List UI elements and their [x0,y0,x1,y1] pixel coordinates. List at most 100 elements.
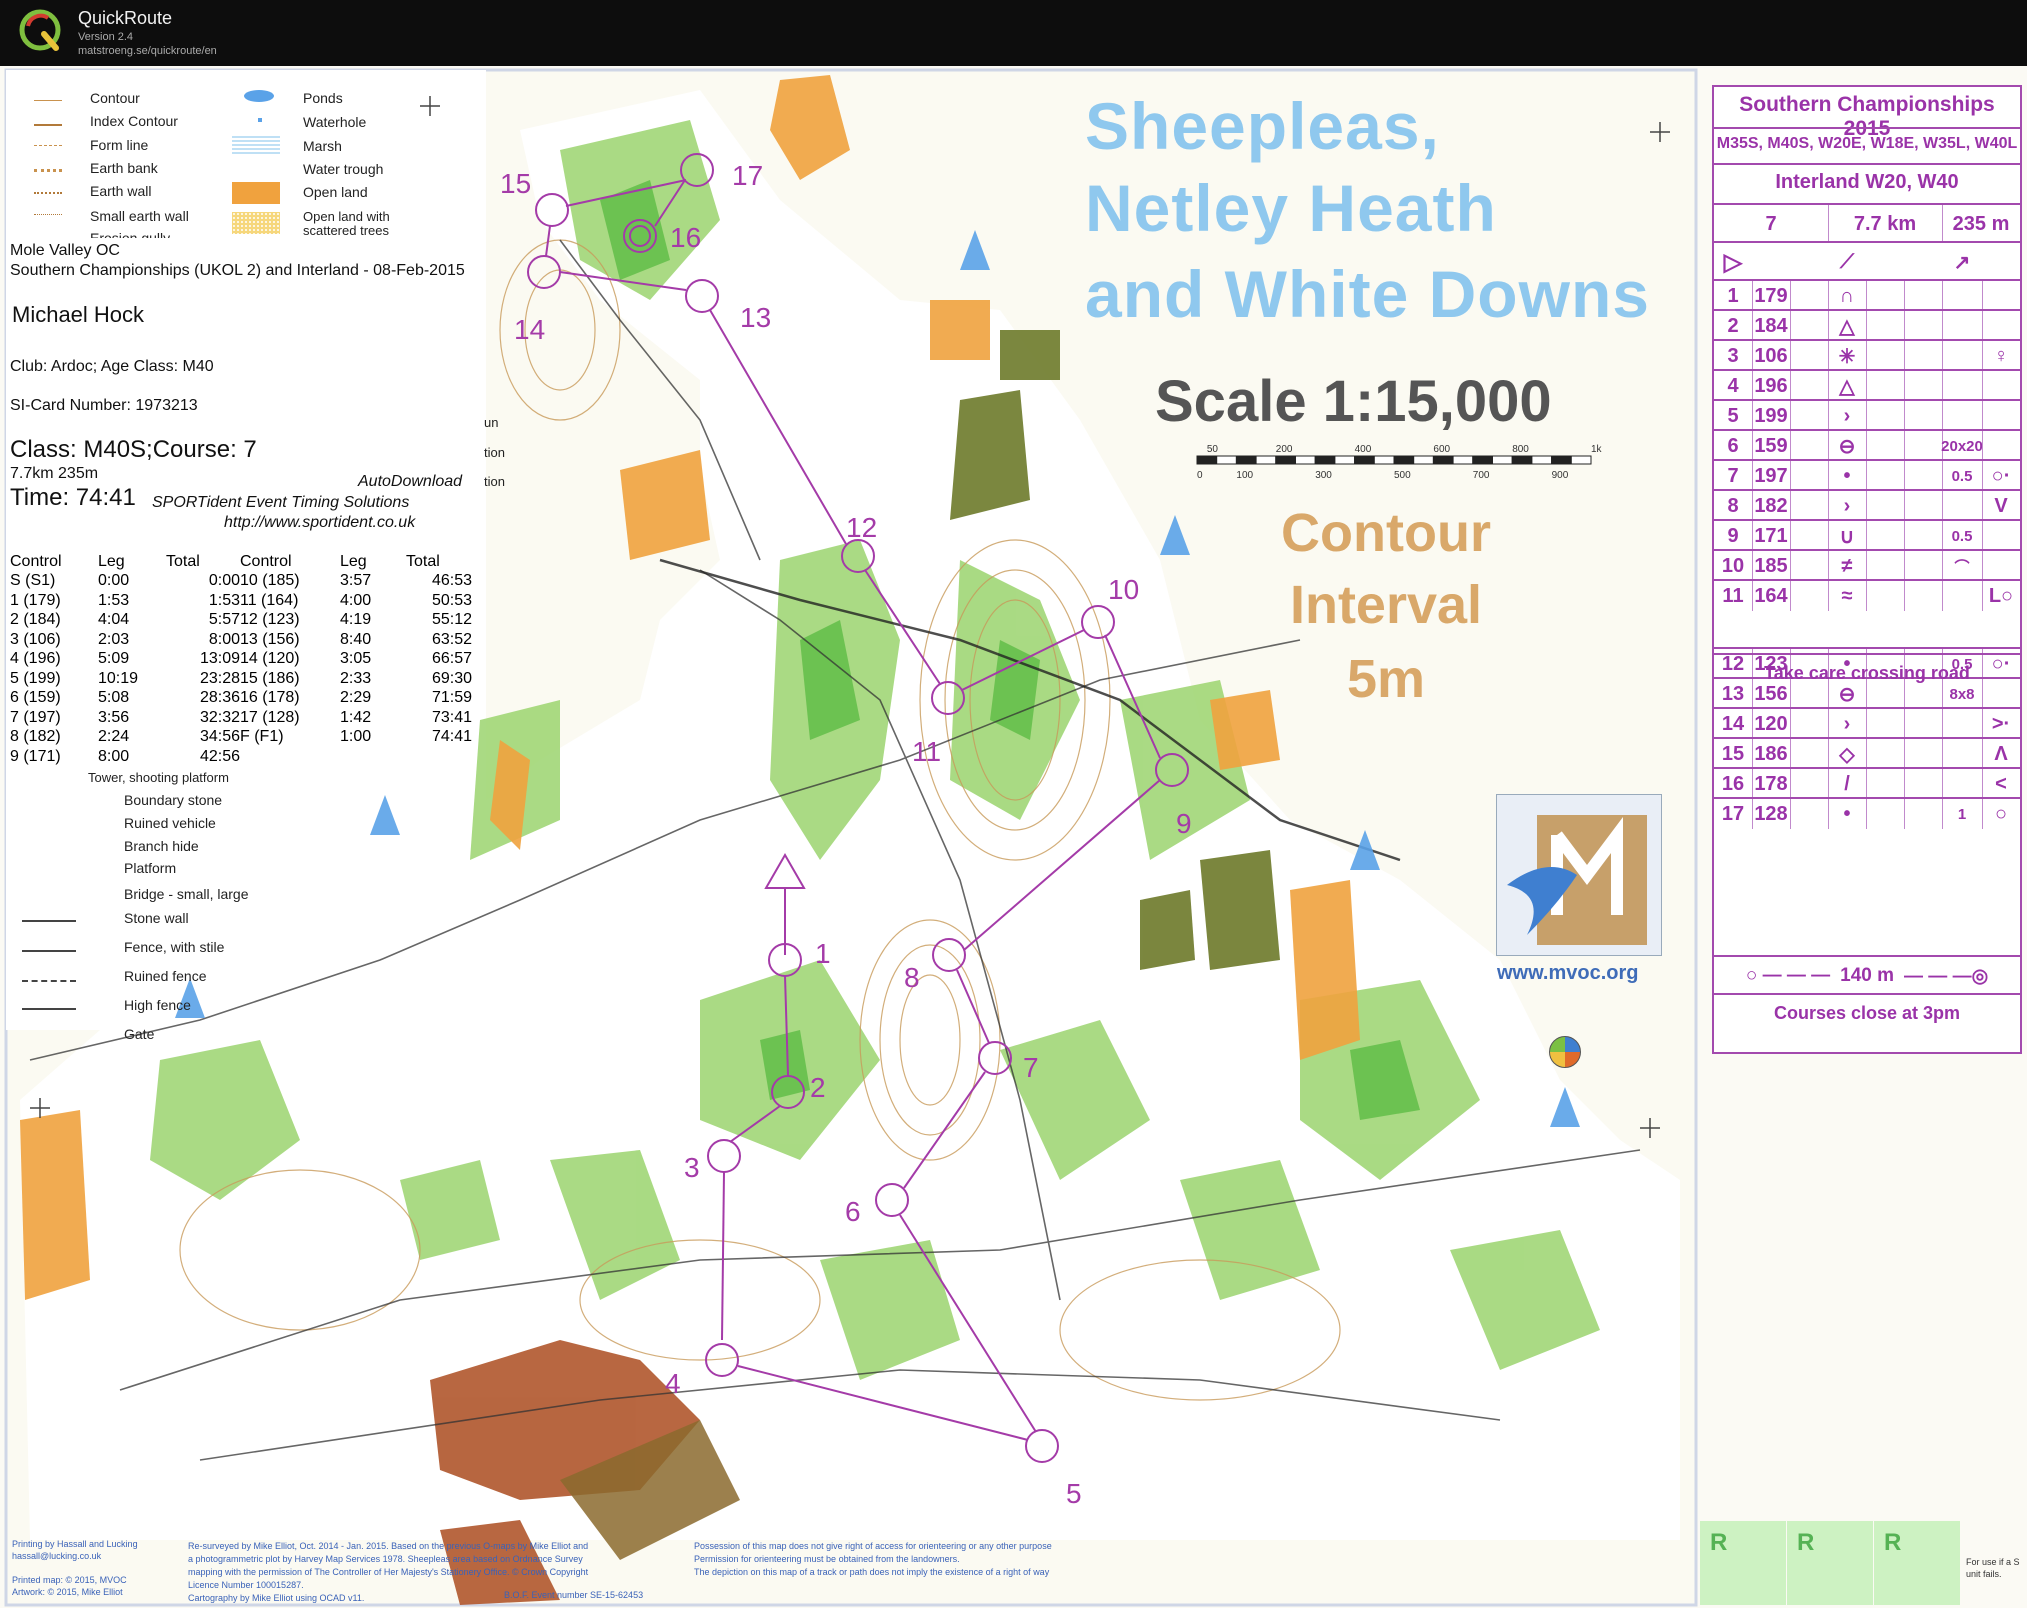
splits-cell: 2:03 [98,630,130,648]
desc-control-row: 4 196 △ [1714,369,2020,401]
desc-dimension [1942,739,1982,769]
legend-partial-1: un [484,415,499,430]
desc-control-row: 16 178 / < [1714,767,2020,799]
desc-course-row: 7 7.7 km 235 m [1714,203,2020,243]
legend-contour: Contour [90,90,140,106]
splits-cell: 3:56 [98,708,130,726]
scale-tick-bottom: 300 [1315,470,1332,481]
footer-access: Possession of this map does not give rig… [694,1540,1052,1579]
splits-row: 6 (159) 5:08 28:36 16 (178) 2:29 71:59 [10,689,472,709]
contour-line-3: 5m [1346,649,1426,709]
splits-cell: 1:53 [98,591,130,609]
scale-bar: 50 200 400 600 800 1k 0 100 300 500 700 900 [1196,444,1603,481]
splits-cell: 16 (178) [240,689,300,707]
desc-control-code: 186 [1754,742,1788,765]
desc-control-row: 5 199 › [1714,399,2020,431]
desc-dimension [1942,281,1982,311]
splits-cell: 71:59 [431,689,472,707]
contour-symbol [34,100,62,101]
desc-control-number: 10 [1721,554,1745,577]
legend-fence-stile: Fence, with stile [124,939,225,955]
desc-dimension: ⌒ [1954,558,1970,576]
legend-branch-hide: Branch hide [124,838,199,854]
splits-cell: 73:41 [431,708,472,726]
desc-dimension [1942,581,1982,611]
footer-printing: Printing by Hassall and Lucking hassall@… [12,1538,138,1598]
legend-marsh: Marsh [303,138,342,154]
organiser-label: Mole Valley OC [10,242,120,259]
splits-row: 7 (197) 3:56 32:32 17 (128) 1:42 73:41 [10,708,472,728]
sportident-url[interactable]: http://www.sportident.co.uk [224,514,415,532]
desc-control-number: 15 [1721,742,1745,765]
footer-bof: B.O.F. Event number SE-15-62453 [504,1590,644,1600]
desc-control-code: 197 [1754,464,1788,487]
legend-platform: Platform [124,860,177,876]
splits-cell: 6 (159) [10,689,61,707]
runner-time: Time: 74:41 [10,484,136,511]
desc-dimension [1942,491,1982,521]
legend-form-line: Form line [90,137,149,153]
control-label: 3 [684,1152,700,1183]
legend-stone-wall: Stone wall [124,910,189,926]
control-label: 1 [815,938,831,969]
footer-survey-line-1: Re-surveyed by Mike Elliot, Oct. 2014 - … [188,1541,589,1551]
desc-climb: 235 m [1952,212,2010,235]
scale-tick-bottom: 700 [1473,470,1490,481]
scale-tick-top: 1k [1591,444,1603,455]
desc-dimension [1942,311,1982,341]
desc-feature-symbol: ∩ [1839,284,1855,307]
desc-start-row: ▷ ⟋ ↗ [1714,241,2020,281]
footer-unit-note: For use if a S unit fails. [1966,1556,2020,1580]
desc-control-code: 182 [1754,494,1788,517]
scale-segment [1275,455,1297,465]
water-trough-symbol [252,164,260,168]
splits-cell: 5:57 [208,611,240,629]
marsh-symbol [232,134,280,154]
splits-cell: 9 (171) [10,747,61,765]
splits-cell: 4:19 [340,611,372,629]
desc-location-symbol [1982,311,2020,341]
swallow-logo-icon [1507,815,1647,945]
desc-road-note: Take care crossing road [1764,663,1970,683]
control-label: 15 [500,168,532,199]
splits-cell: 4 (196) [10,650,61,668]
desc-control-code: 184 [1754,314,1788,337]
desc-close-row: Courses close at 3pm [1714,993,2020,1033]
r-box-1: R [1700,1521,1786,1605]
desc-road-note-row: Take care crossing road [1714,653,2020,693]
splits-header: Total [406,552,440,570]
desc-control-row: 3 106 ✳ ♀ [1714,339,2020,371]
splits-cell: 2:33 [340,669,372,687]
legend-high-fence: High fence [124,997,191,1013]
footer-unit-note-line-2: unit fails. [1966,1569,2002,1579]
splits-header: Control [10,552,62,570]
desc-control-number: 1 [1727,284,1739,307]
scale-tick-bottom: 0 [1197,470,1203,481]
desc-location-symbol: Λ [1994,742,2008,765]
splits-cell: 1:00 [340,728,372,746]
desc-control-number: 2 [1727,314,1739,337]
stone-wall-symbol [22,920,76,922]
splits-cell: 5 (199) [10,669,61,687]
control-label: 7 [1023,1052,1039,1083]
legend-bridge: Bridge - small, large [124,886,249,902]
desc-feature-symbol: ∪ [1839,525,1855,548]
small-earth-wall-symbol [34,214,62,216]
desc-length: 7.7 km [1853,212,1917,235]
scale-tick-bottom: 500 [1394,470,1411,481]
desc-location-symbol [1982,371,2020,401]
desc-control-row: 11 164 ≈ L○ [1714,579,2020,611]
desc-control-number: 5 [1727,404,1739,427]
control-label: 16 [670,222,702,253]
splits-row: 8 (182) 2:24 34:56 F (F1) 1:00 74:41 [10,728,472,748]
desc-control-number: 16 [1721,772,1745,795]
scale-segment [1295,455,1316,465]
desc-event-title: Southern Championships 2015 [1739,93,1995,140]
splits-cell: 7 (197) [10,708,61,726]
scale-tick-top: 200 [1276,444,1293,455]
splits-cell: 13:09 [199,650,240,668]
scale-segment [1511,455,1533,465]
scale-segment [1452,455,1474,465]
mvoc-url[interactable]: www.mvoc.org [1497,962,1639,985]
map-title-line-2: Netley Heath [1085,171,1497,245]
